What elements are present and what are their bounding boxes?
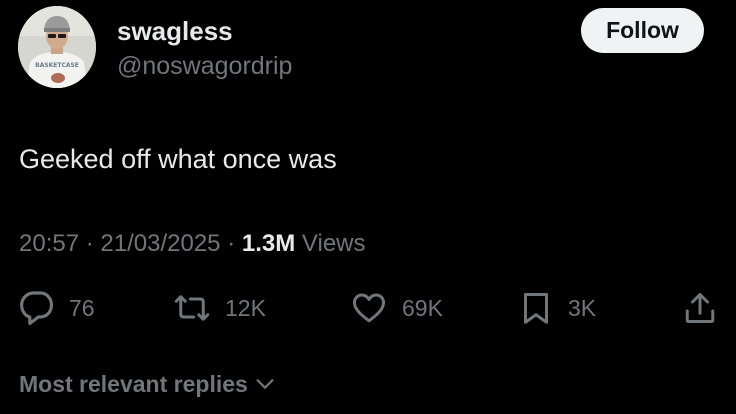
- bookmark-button[interactable]: 3K: [518, 290, 596, 326]
- author-display-name[interactable]: swagless: [117, 14, 233, 48]
- tweet-date[interactable]: 21/03/2025: [100, 230, 220, 257]
- repost-icon: [174, 295, 210, 321]
- reply-count: 76: [69, 294, 95, 321]
- tweet-time[interactable]: 20:57: [19, 230, 79, 257]
- replies-sort-dropdown[interactable]: Most relevant replies: [19, 368, 276, 400]
- meta-separator: ·: [85, 230, 94, 257]
- follow-button[interactable]: Follow: [581, 8, 704, 53]
- avatar-image: BASKETCASE: [18, 6, 96, 88]
- like-button[interactable]: 69K: [350, 290, 443, 326]
- replies-sort-label: Most relevant replies: [19, 371, 248, 397]
- chevron-down-icon: [256, 379, 274, 389]
- repost-button[interactable]: 12K: [173, 290, 266, 326]
- author-handle[interactable]: @noswagordrip: [117, 50, 292, 82]
- bookmark-count: 3K: [568, 294, 597, 321]
- repost-count: 12K: [225, 294, 266, 321]
- bookmark-icon: [524, 293, 548, 324]
- views-count: 1.3M: [241, 230, 296, 257]
- tweet-text: Geeked off what once was: [19, 144, 337, 174]
- avatar[interactable]: BASKETCASE: [18, 6, 96, 88]
- like-count: 69K: [402, 294, 443, 321]
- tweet-meta: 20:57 · 21/03/2025 · 1.3M Views: [19, 228, 366, 260]
- meta-separator: ·: [227, 230, 236, 257]
- share-button[interactable]: [682, 290, 718, 326]
- avatar-shirt-text: BASKETCASE: [35, 62, 79, 69]
- share-icon: [685, 293, 715, 323]
- views-label: Views: [301, 230, 366, 257]
- reply-button[interactable]: 76: [19, 290, 95, 326]
- heart-icon: [352, 293, 386, 323]
- reply-icon: [20, 291, 54, 326]
